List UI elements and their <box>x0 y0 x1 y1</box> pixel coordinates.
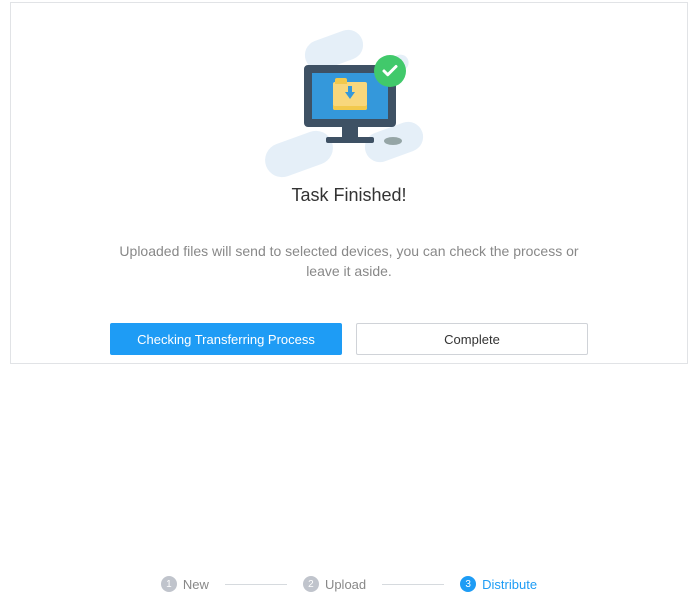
mouse-icon <box>384 137 402 145</box>
step-number-badge: 2 <box>303 576 319 592</box>
step-label: Upload <box>325 577 366 592</box>
complete-button[interactable]: Complete <box>356 323 588 355</box>
task-finished-illustration <box>264 27 434 167</box>
task-finished-panel: Task Finished! Uploaded files will send … <box>10 2 688 364</box>
folder-download-icon <box>333 82 367 110</box>
step-upload: 2 Upload <box>303 576 366 592</box>
step-distribute: 3 Distribute <box>460 576 537 592</box>
monitor-base <box>326 137 374 143</box>
success-check-icon <box>374 55 406 87</box>
step-label: Distribute <box>482 577 537 592</box>
step-new: 1 New <box>161 576 209 592</box>
wizard-stepper: 1 New 2 Upload 3 Distribute <box>0 576 698 592</box>
step-number-badge: 1 <box>161 576 177 592</box>
step-connector <box>382 584 444 585</box>
checking-process-button[interactable]: Checking Transferring Process <box>110 323 342 355</box>
step-label: New <box>183 577 209 592</box>
monitor-stand <box>342 127 358 137</box>
step-connector <box>225 584 287 585</box>
step-number-badge: 3 <box>460 576 476 592</box>
dialog-buttons: Checking Transferring Process Complete <box>110 323 588 355</box>
decorative-blob <box>260 126 337 182</box>
dialog-subtitle: Uploaded files will send to selected dev… <box>109 242 589 281</box>
dialog-title: Task Finished! <box>291 185 406 206</box>
